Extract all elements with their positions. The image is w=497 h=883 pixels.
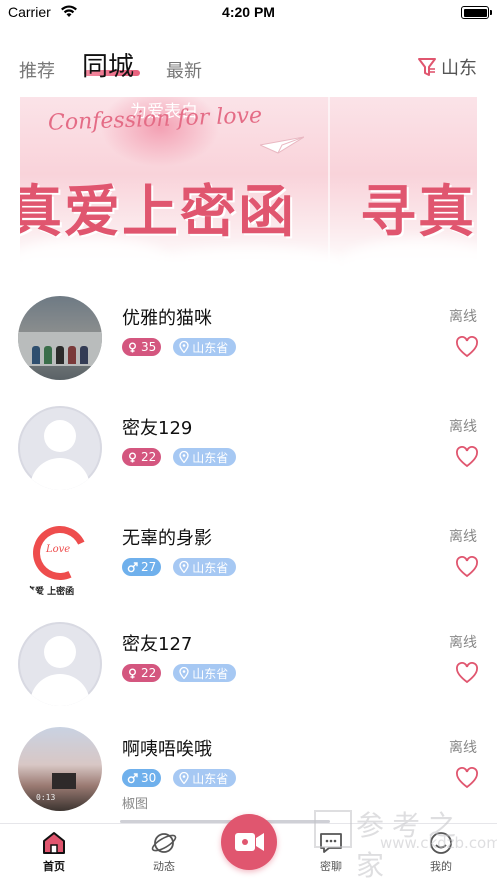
region-filter-label: 山东 <box>441 58 477 79</box>
watermark-logo <box>314 810 352 848</box>
tab-home[interactable]: 首页 <box>24 830 84 874</box>
top-tabs: 推荐 同城 最新 山东 <box>0 40 497 90</box>
banner-headline-right: 寻真 <box>360 180 476 245</box>
user-badges: 22 山东省 <box>122 664 237 682</box>
love-logo-text: Love <box>46 544 71 555</box>
user-badges: 27 山东省 <box>122 558 237 576</box>
female-icon <box>129 342 136 352</box>
clock: 4:20 PM <box>222 4 275 20</box>
age-badge: 27 <box>122 558 162 576</box>
location-value: 山东省 <box>192 340 229 355</box>
tab-dynamic-label: 动态 <box>153 860 175 873</box>
heart-icon[interactable] <box>455 336 479 358</box>
male-icon <box>127 561 138 572</box>
age-badge: 35 <box>122 338 162 356</box>
list-item[interactable]: Love 真爱 上密函 无辜的身影 27 山东省 离线 <box>0 510 497 610</box>
location-badge: 山东省 <box>173 448 237 466</box>
location-value: 山东省 <box>192 450 229 465</box>
tab-home-label: 首页 <box>43 860 65 873</box>
tab-secret-chat-label: 密聊 <box>320 860 342 873</box>
location-pin-icon <box>179 667 189 679</box>
avatar-photo-subject <box>52 773 76 789</box>
home-icon <box>43 832 65 854</box>
user-badges: 35 山东省 <box>122 338 237 356</box>
filter-icon <box>418 58 436 76</box>
banner-fold <box>328 97 330 269</box>
age-value: 35 <box>141 340 157 354</box>
location-value: 山东省 <box>192 666 229 681</box>
heart-icon[interactable] <box>455 446 479 468</box>
region-filter-button[interactable]: 山东 <box>417 54 477 80</box>
age-badge: 30 <box>122 769 162 787</box>
heart-icon[interactable] <box>455 767 479 789</box>
watermark-url: www.ckdzb.com <box>380 834 497 852</box>
tab-dynamic[interactable]: 动态 <box>134 830 194 874</box>
list-item[interactable]: 密友127 22 山东省 离线 <box>0 616 497 716</box>
heart-icon[interactable] <box>455 556 479 578</box>
online-status: 离线 <box>449 740 477 756</box>
female-icon <box>129 668 136 678</box>
location-pin-icon <box>179 561 189 573</box>
status-bar: Carrier 4:20 PM <box>0 0 497 26</box>
tab-latest[interactable]: 最新 <box>166 57 202 83</box>
list-item[interactable]: 优雅的猫咪 35 山东省 离线 <box>0 290 497 390</box>
list-item[interactable]: 密友129 22 山东省 离线 <box>0 400 497 500</box>
love-logo-caption: 真爱 上密函 <box>26 587 75 597</box>
battery-icon <box>461 6 492 19</box>
watermark: 参考之家 www.ckdzb.com <box>312 806 497 882</box>
video-camera-icon <box>235 833 264 851</box>
user-name: 优雅的猫咪 <box>122 308 212 329</box>
user-name: 密友129 <box>122 418 193 439</box>
age-value: 22 <box>141 450 157 464</box>
male-icon <box>127 772 138 783</box>
location-badge: 山东省 <box>173 769 237 787</box>
age-badge: 22 <box>122 664 162 682</box>
avatar[interactable] <box>18 406 102 490</box>
location-value: 山东省 <box>192 771 229 786</box>
next-item-name-partial: 椒图 <box>122 797 149 812</box>
location-pin-icon <box>179 341 189 353</box>
location-value: 山东省 <box>192 560 229 575</box>
location-badge: 山东省 <box>173 338 237 356</box>
age-value: 27 <box>141 560 157 574</box>
location-pin-icon <box>179 772 189 784</box>
user-badges: 22 山东省 <box>122 448 237 466</box>
age-value: 30 <box>141 771 157 785</box>
banner-cloud <box>150 247 350 269</box>
online-status: 离线 <box>449 419 477 435</box>
paper-plane-icon <box>260 136 304 154</box>
user-name: 密友127 <box>122 634 193 655</box>
user-name: 啊咦唔唉哦 <box>122 739 212 760</box>
avatar[interactable] <box>18 622 102 706</box>
banner-script-text: Confession for love <box>47 103 263 136</box>
age-value: 22 <box>141 666 157 680</box>
banner-headline-left: 真爱上密函 <box>20 180 296 245</box>
age-badge: 22 <box>122 448 162 466</box>
video-call-button[interactable] <box>221 814 277 870</box>
online-status: 离线 <box>449 309 477 325</box>
tab-same-city[interactable]: 同城 <box>82 46 134 83</box>
promo-banner[interactable]: 为爱表白 Confession for love 真爱上密函 寻真 <box>20 97 477 269</box>
heart-icon[interactable] <box>455 662 479 684</box>
female-icon <box>129 452 136 462</box>
avatar[interactable]: Love 真爱 上密函 <box>18 516 102 600</box>
user-name: 无辜的身影 <box>122 528 212 549</box>
online-status: 离线 <box>449 635 477 651</box>
location-badge: 山东省 <box>173 558 237 576</box>
location-pin-icon <box>179 451 189 463</box>
planet-icon <box>151 833 177 853</box>
avatar-photo-stamp: 0:13 <box>36 793 56 802</box>
user-badges: 30 山东省 <box>122 769 237 787</box>
tab-recommend[interactable]: 推荐 <box>19 57 55 83</box>
avatar[interactable] <box>18 296 102 380</box>
avatar[interactable]: 0:13 <box>18 727 102 811</box>
online-status: 离线 <box>449 529 477 545</box>
location-badge: 山东省 <box>173 664 237 682</box>
